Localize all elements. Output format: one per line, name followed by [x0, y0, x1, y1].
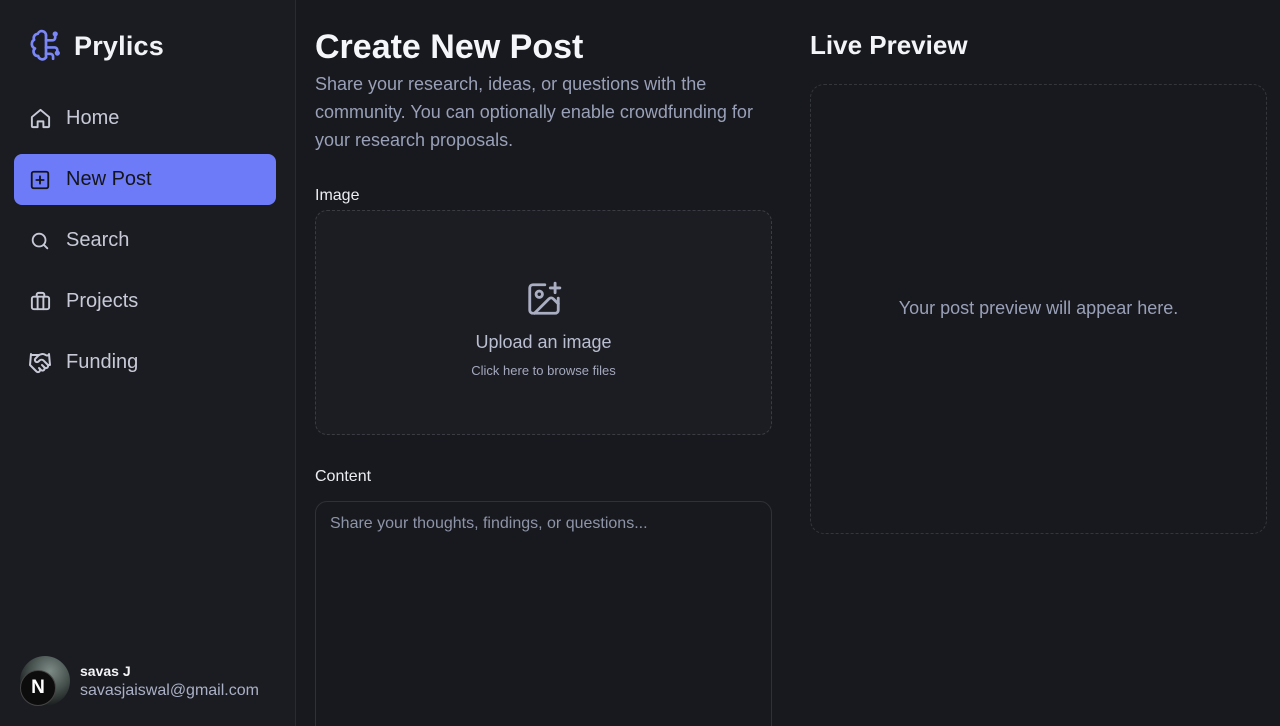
- content-textarea[interactable]: [315, 501, 772, 726]
- content-label: Content: [315, 468, 372, 485]
- sidebar-item-label: New Post: [66, 168, 152, 190]
- sidebar-item-funding[interactable]: Funding: [14, 337, 276, 388]
- search-icon: [28, 229, 52, 253]
- sidebar-item-home[interactable]: Home: [14, 93, 276, 144]
- preview-title: Live Preview: [810, 30, 968, 60]
- avatar[interactable]: N: [20, 656, 70, 706]
- upload-title: Upload an image: [475, 331, 612, 352]
- sidebar-item-label: Search: [66, 229, 130, 251]
- user-profile[interactable]: N savas J savasjaiswal@gmail.com: [20, 656, 259, 706]
- sidebar-item-projects[interactable]: Projects: [14, 276, 276, 327]
- preview-placeholder: Your post preview will appear here.: [898, 298, 1179, 318]
- sidebar-item-label: Home: [66, 107, 120, 129]
- brand[interactable]: Prylics: [28, 28, 164, 64]
- avatar-badge: N: [20, 670, 56, 706]
- image-plus-icon: [525, 280, 563, 318]
- home-icon: [28, 107, 52, 131]
- page-description: Share your research, ideas, or questions…: [315, 74, 753, 150]
- user-name: savas J: [80, 662, 131, 679]
- handshake-icon: [28, 351, 52, 375]
- sidebar-item-label: Funding: [66, 351, 139, 373]
- plus-square-icon: [28, 168, 52, 192]
- sidebar-item-new-post[interactable]: New Post: [14, 154, 276, 205]
- sidebar-item-search[interactable]: Search: [14, 215, 276, 266]
- upload-subtitle: Click here to browse files: [471, 362, 616, 378]
- live-preview-panel: Your post preview will appear here.: [810, 84, 1267, 534]
- brand-name: Prylics: [74, 30, 164, 61]
- image-label: Image: [315, 187, 360, 204]
- sidebar-item-label: Projects: [66, 290, 139, 312]
- brain-logo-icon: [28, 28, 64, 64]
- sidebar: Prylics Home New Post Search Projects Fu…: [0, 0, 296, 726]
- user-email: savasjaiswal@gmail.com: [80, 681, 259, 699]
- image-upload-dropzone[interactable]: Upload an image Click here to browse fil…: [315, 210, 772, 435]
- page-title: Create New Post: [315, 28, 584, 66]
- sidebar-nav: Home New Post Search Projects Funding: [14, 93, 276, 398]
- briefcase-icon: [28, 290, 52, 314]
